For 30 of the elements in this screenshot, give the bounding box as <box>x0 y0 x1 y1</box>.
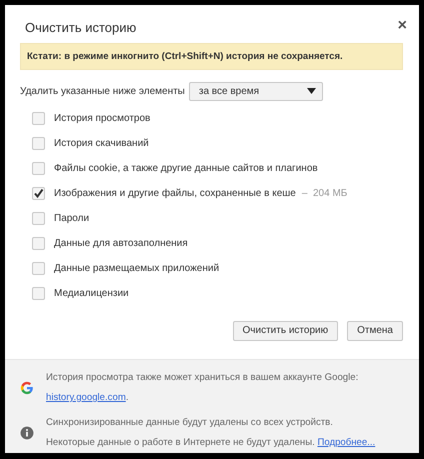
caret-icon <box>306 88 316 94</box>
google-icon <box>20 381 34 395</box>
checkbox-label: Файлы cookie, а также другие данные сайтов и плагинов <box>54 162 318 174</box>
period-label: Удалить указанные ниже элементы <box>20 86 185 97</box>
checkbox-label: Изображения и другие файлы, сохраненные в кеше <box>54 188 296 199</box>
checkbox-label: Данные для автозаполнения <box>54 238 188 249</box>
footer-note: История просмотра также может храниться в вашем аккаунте Google: history.google.com. <box>46 371 360 405</box>
checkbox[interactable] <box>32 236 45 250</box>
checkbox[interactable] <box>32 286 45 300</box>
info-icon <box>20 426 34 440</box>
checkbox-label: Медиалицензии <box>54 288 129 299</box>
checkbox-label: Данные размещаемых приложений <box>54 262 220 274</box>
checkbox[interactable] <box>32 212 45 225</box>
footer-note: Синхронизированные данные будут удалены со всех устройств. Некоторые данные о работе в Интернете не будут удалены. Подробнее... <box>46 416 376 450</box>
checkbox[interactable] <box>32 262 45 275</box>
period-dropdown[interactable]: за все время <box>188 82 323 101</box>
checkbox[interactable] <box>32 112 45 125</box>
clear-history-button[interactable]: Очистить историю <box>232 320 338 341</box>
checkbox[interactable] <box>32 162 45 175</box>
cache-size: – 204 МБ <box>302 188 348 199</box>
more-link[interactable]: Подробнее... <box>317 437 376 448</box>
checkbox[interactable] <box>32 186 45 200</box>
checkbox-label: История скачиваний <box>54 138 149 149</box>
dialog-title: Очистить историю <box>25 20 136 37</box>
cancel-button[interactable]: Отмена <box>347 320 403 341</box>
incognito-notice: Кстати: в режиме инкогнито (Ctrl+Shift+N) история не сохраняется. <box>20 42 403 70</box>
checkbox-label: История просмотров <box>54 112 150 124</box>
checkbox[interactable] <box>32 136 45 150</box>
history-link[interactable]: history.google.com <box>46 392 126 403</box>
checkbox-label: Пароли <box>54 212 90 224</box>
